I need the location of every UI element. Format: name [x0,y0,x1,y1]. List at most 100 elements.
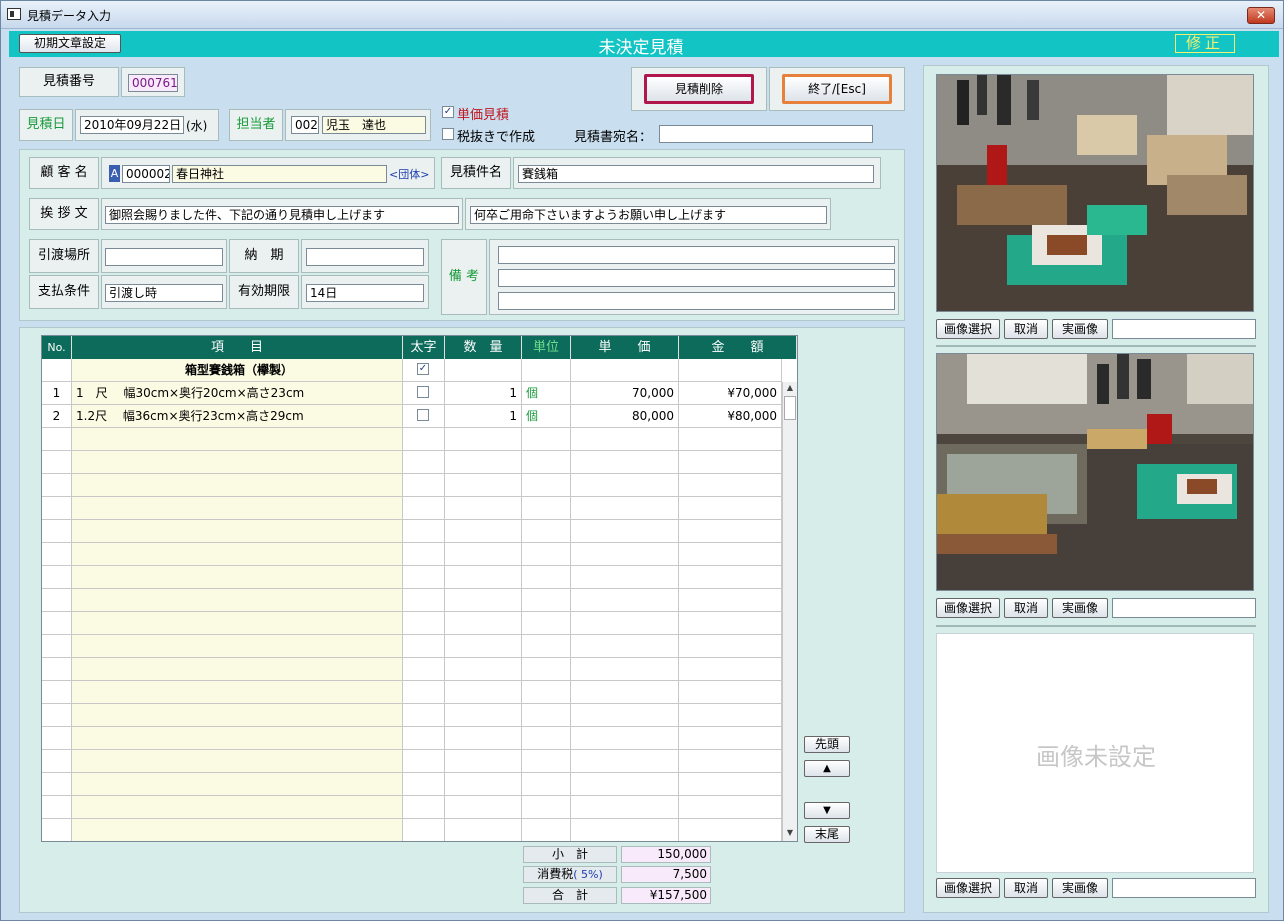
table-row[interactable]: 箱型賽銭箱（欅製） ✓ [42,359,782,382]
cell-amount[interactable] [679,681,782,703]
cell-price[interactable] [571,497,679,519]
cell-item[interactable] [72,635,403,657]
greeting1-input[interactable]: 御照会賜りました件、下記の通り見積申し上げます [105,206,459,224]
table-row[interactable] [42,474,782,497]
cell-no[interactable] [42,451,72,473]
table-row[interactable] [42,819,782,841]
cell-amount[interactable] [679,796,782,818]
table-row[interactable] [42,796,782,819]
cell-amount[interactable] [679,566,782,588]
table-row[interactable] [42,451,782,474]
cell-item[interactable]: 1 尺 幅30cm×奥行20cm×高さ23cm [72,382,403,404]
cell-unit[interactable] [522,612,571,634]
cell-amount[interactable]: ¥80,000 [679,405,782,427]
cell-bold[interactable] [403,566,445,588]
cell-bold[interactable] [403,819,445,841]
cell-bold[interactable] [403,635,445,657]
cell-qty[interactable] [445,635,522,657]
cell-price[interactable] [571,474,679,496]
cell-qty[interactable] [445,681,522,703]
table-row[interactable] [42,589,782,612]
cell-qty[interactable]: 1 [445,405,522,427]
table-row[interactable]: 2 1.2尺 幅36cm×奥行23cm×高さ29cm 1 個 80,000 ¥80,000 [42,405,782,428]
cell-unit[interactable] [522,474,571,496]
cell-amount[interactable] [679,773,782,795]
table-row[interactable] [42,566,782,589]
cell-unit[interactable] [522,428,571,450]
cell-unit[interactable] [522,681,571,703]
estimate-date-input[interactable]: 2010年09月22日 [80,116,184,134]
cell-item[interactable]: 箱型賽銭箱（欅製） [72,359,403,381]
customer-name-input[interactable]: 春日神社 [172,165,387,183]
cell-amount[interactable] [679,635,782,657]
cell-no[interactable] [42,589,72,611]
cell-price[interactable] [571,612,679,634]
cell-qty[interactable] [445,474,522,496]
photo-3-actual-button[interactable]: 実画像 [1052,878,1108,898]
delivery-place-input[interactable] [105,248,223,266]
cell-no[interactable] [42,635,72,657]
cell-qty[interactable] [445,520,522,542]
cell-price[interactable] [571,635,679,657]
close-button[interactable]: ✕ [1247,7,1275,24]
cell-no[interactable] [42,566,72,588]
cell-unit[interactable] [522,727,571,749]
cell-unit[interactable] [522,359,571,381]
cell-no[interactable]: 1 [42,382,72,404]
remarks-line-2[interactable] [498,269,895,287]
cell-qty[interactable] [445,451,522,473]
delivery-date-input[interactable] [306,248,424,266]
validity-input[interactable]: 14日 [306,284,424,302]
cell-price[interactable] [571,428,679,450]
cell-item[interactable] [72,566,403,588]
cell-item[interactable] [72,612,403,634]
cell-no[interactable] [42,819,72,841]
table-scrollbar[interactable]: ▲ ▼ [782,382,797,841]
cell-price[interactable] [571,520,679,542]
cell-unit[interactable] [522,704,571,726]
cell-no[interactable] [42,727,72,749]
table-row[interactable] [42,727,782,750]
payment-input[interactable]: 引渡し時 [105,284,223,302]
cell-item[interactable] [72,704,403,726]
customer-code-input[interactable]: 000002 [122,165,170,183]
cell-price[interactable] [571,451,679,473]
photo-3[interactable]: 画像未設定 [936,633,1254,873]
cell-bold[interactable] [403,773,445,795]
initial-text-settings-button[interactable]: 初期文章設定 [19,34,121,53]
subject-input[interactable]: 賽銭箱 [518,165,874,183]
cell-bold[interactable] [403,405,445,427]
cell-amount[interactable] [679,359,782,381]
cell-bold[interactable] [403,727,445,749]
exit-button[interactable]: 終了/[Esc] [782,74,892,104]
table-row[interactable] [42,750,782,773]
cell-no[interactable] [42,359,72,381]
photo-1-path-field[interactable] [1112,319,1256,339]
cell-qty[interactable] [445,612,522,634]
photo-3-cancel-button[interactable]: 取消 [1004,878,1048,898]
cell-bold[interactable] [403,497,445,519]
cell-unit[interactable] [522,451,571,473]
addressee-input[interactable] [659,125,873,143]
cell-qty[interactable] [445,704,522,726]
cell-price[interactable] [571,543,679,565]
cell-qty[interactable] [445,796,522,818]
photo-1[interactable] [936,74,1254,312]
cell-unit[interactable] [522,520,571,542]
cell-no[interactable] [42,796,72,818]
cell-qty[interactable] [445,566,522,588]
greeting2-input[interactable]: 何卒ご用命下さいますようお願い申し上げます [470,206,827,224]
cell-amount[interactable] [679,727,782,749]
cell-amount[interactable]: ¥70,000 [679,382,782,404]
cell-unit[interactable] [522,796,571,818]
cell-qty[interactable] [445,750,522,772]
cell-bold[interactable] [403,474,445,496]
cell-item[interactable] [72,658,403,680]
cell-no[interactable] [42,520,72,542]
photo-1-cancel-button[interactable]: 取消 [1004,319,1048,339]
cell-unit[interactable] [522,819,571,841]
nav-up-button[interactable]: ▲ [804,760,850,777]
photo-2[interactable] [936,353,1254,591]
table-row[interactable] [42,773,782,796]
cell-amount[interactable] [679,520,782,542]
